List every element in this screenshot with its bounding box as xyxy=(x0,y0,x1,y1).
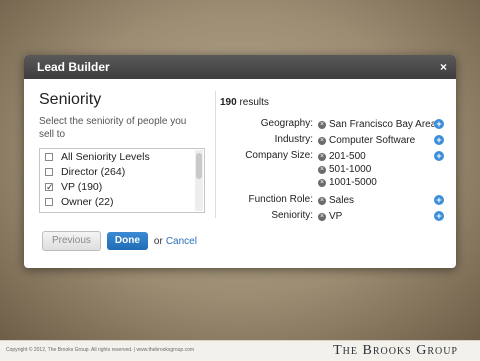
section-heading: Seniority xyxy=(39,91,102,108)
list-item-label: All Seniority Levels xyxy=(61,150,150,163)
list-item-label: Owner (22) xyxy=(61,195,114,208)
list-item[interactable]: All Seniority Levels xyxy=(40,149,204,164)
remove-circle-icon[interactable]: × xyxy=(318,178,326,187)
filter-label: Function Role: xyxy=(248,194,313,205)
checkbox[interactable] xyxy=(45,152,53,161)
filter-row-geography: Geography: × San Francisco Bay Area + xyxy=(220,118,446,134)
add-circle-icon[interactable]: + xyxy=(434,119,444,129)
filter-label: Company Size: xyxy=(245,150,313,161)
remove-circle-icon[interactable]: × xyxy=(318,212,326,221)
scrollbar-thumb[interactable] xyxy=(196,153,202,179)
brand-logo: The Brooks Group xyxy=(333,343,458,358)
add-circle-icon[interactable]: + xyxy=(434,211,444,221)
filter-value: 201-500 xyxy=(329,151,366,162)
filter-label: Geography: xyxy=(260,118,313,129)
filter-value: 1001-5000 xyxy=(329,177,377,188)
add-circle-icon[interactable]: + xyxy=(434,135,444,145)
list-item[interactable]: Owner (22) xyxy=(40,194,204,209)
results-label: results xyxy=(239,97,269,108)
filter-row-company-size: Company Size: × 201-500 × 501-1000 × 1001-5… xyxy=(220,150,446,194)
filter-value: San Francisco Bay Area xyxy=(329,119,437,130)
filter-row-seniority: Seniority: × VP + xyxy=(220,210,446,226)
filter-value: Sales xyxy=(329,195,355,206)
seniority-listbox[interactable]: All Seniority Levels Director (264) ✓ VP… xyxy=(39,148,205,213)
checkbox[interactable] xyxy=(45,197,53,206)
remove-circle-icon[interactable]: × xyxy=(318,152,326,161)
filter-row-industry: Industry: × Computer Software + xyxy=(220,134,446,150)
previous-button[interactable]: Previous xyxy=(42,231,101,251)
filter-value: Computer Software xyxy=(329,135,416,146)
list-item[interactable]: ✓ VP (190) xyxy=(40,179,204,194)
filter-value: 501-1000 xyxy=(329,164,372,175)
copyright-text: Copyright © 2012, The Brooks Group. All … xyxy=(6,347,195,353)
dialog-title: Lead Builder xyxy=(37,60,110,74)
list-item[interactable]: Director (264) xyxy=(40,164,204,179)
remove-circle-icon[interactable]: × xyxy=(318,120,326,129)
close-icon[interactable]: × xyxy=(440,55,447,79)
remove-circle-icon[interactable]: × xyxy=(318,196,326,205)
add-circle-icon[interactable]: + xyxy=(434,195,444,205)
dialog-titlebar: Lead Builder × xyxy=(24,55,456,79)
section-description: Select the seniority of people you sell … xyxy=(39,116,187,140)
checkbox[interactable] xyxy=(45,167,53,176)
seniority-panel: Seniority Select the seniority of people… xyxy=(39,91,214,141)
filter-summary: Geography: × San Francisco Bay Area + Ind… xyxy=(220,118,446,226)
filter-label: Seniority: xyxy=(271,210,313,221)
results-count: 190 xyxy=(220,97,237,108)
remove-circle-icon[interactable]: × xyxy=(318,165,326,174)
footer: Copyright © 2012, The Brooks Group. All … xyxy=(0,340,480,361)
dialog-actions: Previous Done or Cancel xyxy=(42,231,197,251)
checkmark-icon: ✓ xyxy=(46,181,54,192)
filter-value: VP xyxy=(329,211,343,222)
checkbox-checked[interactable]: ✓ xyxy=(45,181,54,192)
done-button[interactable]: Done xyxy=(106,232,148,250)
list-item-label: Director (264) xyxy=(61,165,126,178)
cancel-link[interactable]: Cancel xyxy=(166,236,197,247)
lead-builder-dialog: Lead Builder × Seniority Select the seni… xyxy=(24,55,456,268)
scrollbar[interactable] xyxy=(195,150,203,211)
or-text: or xyxy=(153,235,163,247)
filter-label: Industry: xyxy=(274,134,313,145)
filter-row-function-role: Function Role: × Sales + xyxy=(220,194,446,210)
add-circle-icon[interactable]: + xyxy=(434,151,444,161)
results-summary: 190 results xyxy=(220,97,269,108)
remove-circle-icon[interactable]: × xyxy=(318,136,326,145)
list-item-label: VP (190) xyxy=(61,180,103,193)
